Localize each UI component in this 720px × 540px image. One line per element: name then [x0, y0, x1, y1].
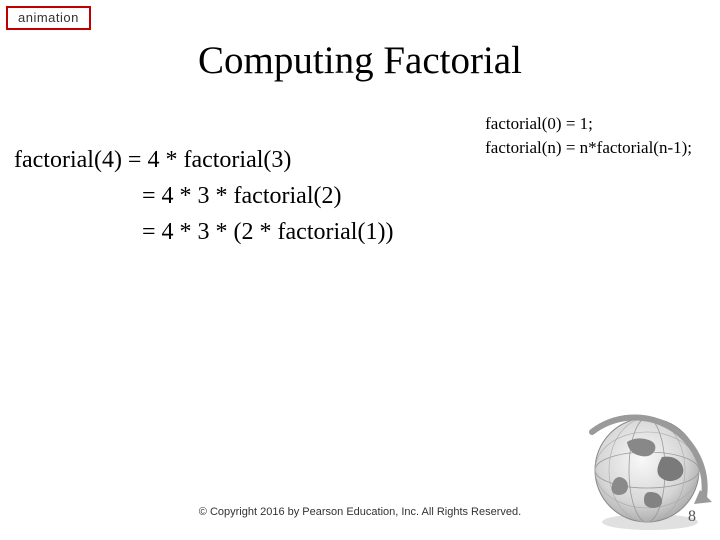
copyright-footer: © Copyright 2016 by Pearson Education, I…: [0, 506, 720, 518]
step-1: factorial(4) = 4 * factorial(3): [14, 142, 393, 178]
rule-recursive-case: factorial(n) = n*factorial(n-1);: [485, 136, 692, 160]
step-3: = 4 * 3 * (2 * factorial(1)): [14, 214, 393, 250]
slide-title: Computing Factorial: [0, 38, 720, 83]
step-2: = 4 * 3 * factorial(2): [14, 178, 393, 214]
animation-badge: animation: [6, 6, 91, 30]
rule-base-case: factorial(0) = 1;: [485, 112, 692, 136]
recursion-rules: factorial(0) = 1; factorial(n) = n*facto…: [485, 112, 692, 160]
slide: animation Computing Factorial factorial(…: [0, 0, 720, 540]
expansion-steps: factorial(4) = 4 * factorial(3) = 4 * 3 …: [14, 142, 393, 250]
page-number: 8: [688, 508, 696, 526]
